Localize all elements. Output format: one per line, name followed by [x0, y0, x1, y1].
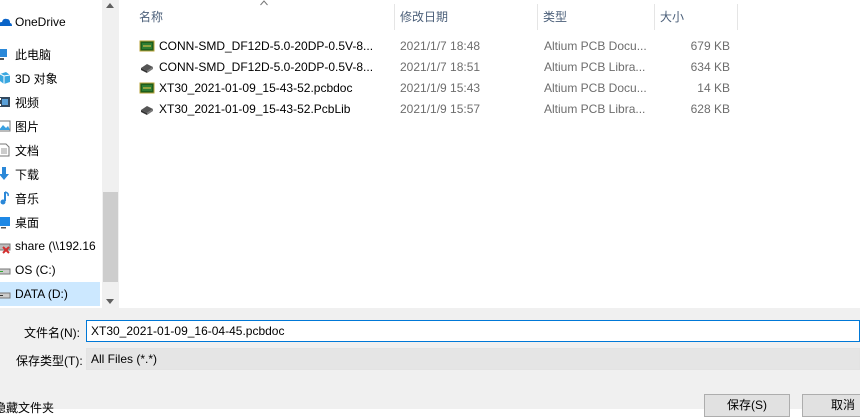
column-header-size[interactable]: 大小: [654, 4, 738, 30]
drive-icon: [0, 286, 12, 302]
nav-item-share[interactable]: share (\\192.16: [0, 234, 102, 258]
save-form: 文件名(N): XT30_2021-01-09_16-04-45.pcbdoc …: [0, 308, 860, 417]
nav-item-label: 此电脑: [15, 47, 52, 62]
nav-item-label: 下载: [15, 167, 40, 182]
pcbdoc-icon: [139, 40, 155, 52]
nav-item-3d-objects[interactable]: 3D 对象: [0, 66, 102, 90]
column-header-type[interactable]: 类型: [537, 4, 655, 30]
file-name: XT30_2021-01-09_15-43-52.pcbdoc: [159, 81, 353, 95]
file-name: CONN-SMD_DF12D-5.0-20DP-0.5V-8...: [159, 39, 374, 53]
nav-item-label: OS (C:): [15, 263, 56, 277]
pictures-icon: [0, 118, 12, 134]
nav-item-desktop[interactable]: 桌面: [0, 210, 102, 234]
column-header-date[interactable]: 修改日期: [394, 4, 538, 30]
network-drive-disconnected-icon: [0, 238, 12, 254]
nav-item-label: 3D 对象: [15, 71, 58, 86]
file-date: 2021/1/7 18:51: [400, 60, 481, 74]
nav-item-videos[interactable]: 视频: [0, 90, 102, 114]
file-name: XT30_2021-01-09_15-43-52.PcbLib: [159, 102, 351, 116]
file-type: Altium PCB Docu...: [544, 81, 647, 95]
scroll-down-arrow-icon[interactable]: [106, 299, 114, 304]
filetype-label: 保存类型(T):: [16, 354, 83, 368]
file-list: 名称 修改日期 类型 大小 CONN-SMD_DF12D-5.0-20DP-0.…: [121, 0, 860, 308]
nav-item-pictures[interactable]: 图片: [0, 114, 102, 138]
scrollbar-thumb[interactable]: [103, 192, 118, 282]
navigation-pane: OneDrive 此电脑 3D 对象 视频 图片 文档 下载 音乐 桌面 sha…: [0, 0, 102, 308]
videos-icon: [0, 94, 12, 110]
nav-item-label: 文档: [15, 143, 40, 158]
hide-folders-toggle[interactable]: 隐藏文件夹: [0, 399, 54, 416]
file-name: CONN-SMD_DF12D-5.0-20DP-0.5V-8...: [159, 60, 374, 74]
nav-item-onedrive[interactable]: OneDrive: [0, 10, 102, 34]
filename-label: 文件名(N):: [24, 326, 80, 340]
file-size: 634 KB: [690, 60, 730, 74]
nav-item-label: 图片: [15, 119, 40, 134]
file-row[interactable]: XT30_2021-01-09_15-43-52.pcbdoc 2021/1/9…: [135, 78, 745, 98]
nav-item-label: share (\\192.16: [15, 239, 96, 253]
file-type: Altium PCB Docu...: [544, 39, 647, 53]
pcbdoc-icon: [139, 82, 155, 94]
file-row[interactable]: XT30_2021-01-09_15-43-52.PcbLib 2021/1/9…: [135, 99, 745, 119]
file-size: 679 KB: [690, 39, 730, 53]
nav-item-this-pc[interactable]: 此电脑: [0, 42, 102, 66]
save-button[interactable]: 保存(S): [704, 394, 790, 417]
scroll-up-arrow-icon[interactable]: [106, 3, 114, 8]
filetype-select[interactable]: All Files (*.*): [86, 348, 860, 370]
file-row[interactable]: CONN-SMD_DF12D-5.0-20DP-0.5V-8... 2021/1…: [135, 36, 745, 56]
file-size: 14 KB: [697, 81, 730, 95]
documents-icon: [0, 142, 12, 158]
nav-item-label: DATA (D:): [15, 287, 68, 301]
downloads-icon: [0, 166, 12, 182]
file-date: 2021/1/7 18:48: [400, 39, 481, 53]
desktop-icon: [0, 214, 12, 230]
nav-item-label: 桌面: [15, 215, 40, 230]
pcblib-icon: [141, 106, 153, 115]
nav-item-data-d[interactable]: DATA (D:): [0, 282, 100, 306]
file-type: Altium PCB Libra...: [544, 102, 646, 116]
onedrive-icon: [0, 14, 12, 30]
nav-item-label: 音乐: [15, 191, 40, 206]
file-type: Altium PCB Libra...: [544, 60, 646, 74]
file-date: 2021/1/9 15:57: [400, 102, 481, 116]
cancel-button[interactable]: 取消: [802, 394, 860, 417]
music-icon: [0, 190, 12, 206]
navigation-scrollbar[interactable]: [102, 0, 119, 308]
file-row[interactable]: CONN-SMD_DF12D-5.0-20DP-0.5V-8... 2021/1…: [135, 57, 745, 77]
drive-icon: [0, 262, 12, 278]
pcblib-icon: [141, 64, 153, 73]
filename-input[interactable]: XT30_2021-01-09_16-04-45.pcbdoc: [86, 320, 860, 342]
nav-item-label: OneDrive: [15, 15, 66, 29]
file-date: 2021/1/9 15:43: [400, 81, 481, 95]
file-size: 628 KB: [690, 102, 730, 116]
nav-item-music[interactable]: 音乐: [0, 186, 102, 210]
nav-item-label: 视频: [15, 95, 40, 110]
3d-objects-icon: [0, 70, 12, 86]
nav-item-os-c[interactable]: OS (C:): [0, 258, 102, 282]
column-header-name[interactable]: 名称: [133, 4, 395, 30]
nav-item-documents[interactable]: 文档: [0, 138, 102, 162]
nav-item-downloads[interactable]: 下载: [0, 162, 102, 186]
this-pc-icon: [0, 46, 12, 62]
